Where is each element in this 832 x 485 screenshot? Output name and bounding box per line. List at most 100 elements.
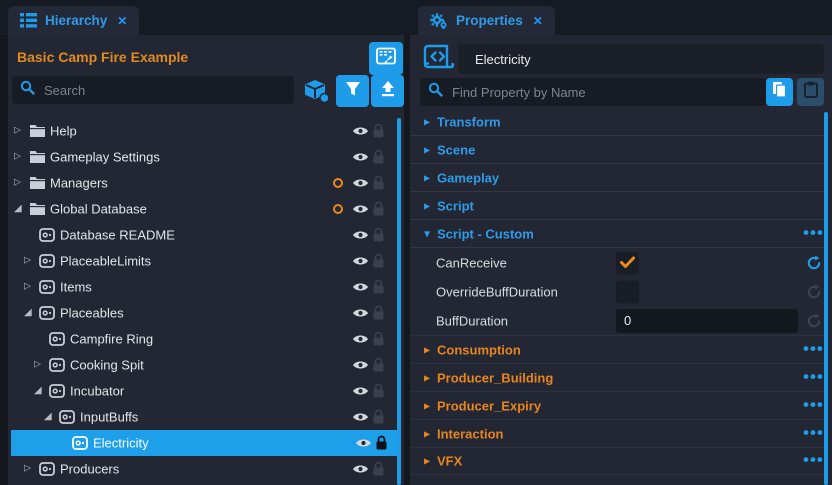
folder-icon xyxy=(29,176,46,190)
tree-row-inputbuffs[interactable]: ◢InputBuffs xyxy=(8,404,397,430)
visibility-eye-icon[interactable] xyxy=(352,334,369,345)
tree-row-producers[interactable]: ▷Producers xyxy=(8,456,397,482)
section-transform[interactable]: ▶Transform xyxy=(410,108,824,136)
lock-icon[interactable] xyxy=(372,462,385,477)
visibility-eye-icon[interactable] xyxy=(352,282,369,293)
subsection-interaction[interactable]: ▶Interaction••• xyxy=(410,419,824,447)
object-name-input[interactable] xyxy=(458,44,824,74)
properties-scrollbar[interactable] xyxy=(824,112,828,485)
visibility-eye-icon[interactable] xyxy=(352,464,369,475)
subsection-producer-building[interactable]: ▶Producer_Building••• xyxy=(410,363,824,391)
tree-row-database-readme[interactable]: Database README xyxy=(8,222,397,248)
lock-icon[interactable] xyxy=(372,332,385,347)
input-buffduration[interactable] xyxy=(616,309,798,333)
tab-properties[interactable]: Properties ✕ xyxy=(418,6,555,35)
subsection-consumption[interactable]: ▶Consumption••• xyxy=(410,335,824,363)
hierarchy-search-input[interactable] xyxy=(42,82,286,99)
filter-button[interactable] xyxy=(336,75,369,107)
lock-icon[interactable] xyxy=(372,306,385,321)
expand-arrow-icon[interactable]: ▷ xyxy=(34,361,41,370)
lock-icon[interactable] xyxy=(372,410,385,425)
section-scene[interactable]: ▶Scene xyxy=(410,136,824,164)
tree-item-label: Items xyxy=(60,280,92,295)
visibility-eye-icon[interactable] xyxy=(352,308,369,319)
section-gameplay[interactable]: ▶Gameplay xyxy=(410,164,824,192)
visibility-eye-icon[interactable] xyxy=(352,204,369,215)
property-search-input[interactable] xyxy=(450,84,758,101)
more-options-button[interactable]: ••• xyxy=(803,424,824,441)
subsection-vfx[interactable]: ▶VFX••• xyxy=(410,447,824,475)
visibility-eye-icon[interactable] xyxy=(355,438,372,449)
tab-hierarchy-close-icon[interactable]: ✕ xyxy=(117,14,127,28)
tree-row-help[interactable]: ▷Help xyxy=(8,118,397,144)
section-label: Transform xyxy=(437,114,501,129)
expand-arrow-icon[interactable]: ▷ xyxy=(24,257,31,266)
checkbox-overridebuffduration[interactable] xyxy=(616,280,639,303)
lock-icon[interactable] xyxy=(372,358,385,373)
lock-icon[interactable] xyxy=(372,124,385,139)
section-label: Scene xyxy=(437,142,475,157)
expand-arrow-icon[interactable]: ▷ xyxy=(24,465,31,474)
collapse-arrow-icon[interactable]: ◢ xyxy=(24,308,32,318)
editor-root: Hierarchy ✕ xyxy=(0,0,832,485)
lock-icon[interactable] xyxy=(372,228,385,243)
reset-icon[interactable] xyxy=(806,255,822,271)
more-options-button[interactable]: ••• xyxy=(803,396,824,413)
tree-row-global-database[interactable]: ◢Global Database xyxy=(8,196,397,222)
tab-hierarchy[interactable]: Hierarchy ✕ xyxy=(8,6,139,35)
hierarchy-scrollbar[interactable] xyxy=(397,118,401,485)
expand-arrow-icon[interactable]: ▷ xyxy=(14,153,21,162)
paste-properties-button[interactable] xyxy=(797,78,824,106)
lock-icon[interactable] xyxy=(372,280,385,295)
collapse-arrow-icon[interactable]: ◢ xyxy=(14,204,22,214)
tree-row-campfire-ring[interactable]: Campfire Ring xyxy=(8,326,397,352)
lock-icon[interactable] xyxy=(375,436,388,451)
tab-properties-close-icon[interactable]: ✕ xyxy=(533,14,543,28)
visibility-eye-icon[interactable] xyxy=(352,152,369,163)
tree-item-label: Gameplay Settings xyxy=(50,150,160,165)
visibility-eye-icon[interactable] xyxy=(352,386,369,397)
lock-icon[interactable] xyxy=(372,176,385,191)
tree-row-electricity[interactable]: Electricity xyxy=(11,430,397,456)
tree-row-placeablelimits[interactable]: ▷PlaceableLimits xyxy=(8,248,397,274)
upload-button[interactable] xyxy=(371,75,404,107)
visibility-eye-icon[interactable] xyxy=(352,360,369,371)
visibility-eye-icon[interactable] xyxy=(352,178,369,189)
tree-row-items[interactable]: ▷ Items xyxy=(8,274,397,300)
copy-properties-button[interactable] xyxy=(766,78,793,106)
tree-row-incubator[interactable]: ◢Incubator xyxy=(8,378,397,404)
reset-icon[interactable] xyxy=(806,313,822,329)
collapse-arrow-icon[interactable]: ◢ xyxy=(44,412,52,422)
lock-icon[interactable] xyxy=(372,254,385,269)
more-options-button[interactable]: ••• xyxy=(803,340,824,357)
collapse-arrow-icon[interactable]: ◢ xyxy=(34,386,42,396)
section-script[interactable]: ▶Script xyxy=(410,192,824,220)
tree-row-cooking-spit[interactable]: ▷Cooking Spit xyxy=(8,352,397,378)
section-script-custom[interactable]: ▼Script - Custom••• xyxy=(410,220,824,248)
visibility-eye-icon[interactable] xyxy=(352,412,369,423)
network-cube-icon[interactable] xyxy=(304,79,331,104)
lock-icon[interactable] xyxy=(372,150,385,165)
more-options-button[interactable]: ••• xyxy=(803,451,824,468)
more-options-button[interactable]: ••• xyxy=(803,224,824,241)
visibility-eye-icon[interactable] xyxy=(352,256,369,267)
subsection-label: Producer_Expiry xyxy=(437,398,541,413)
expand-arrow-icon[interactable]: ▷ xyxy=(14,127,21,136)
expand-arrow-icon[interactable]: ▷ xyxy=(24,283,31,292)
expand-arrow-icon[interactable]: ▷ xyxy=(14,179,21,188)
lock-icon[interactable] xyxy=(372,384,385,399)
folder-icon xyxy=(29,124,46,138)
reset-icon[interactable] xyxy=(806,284,822,300)
tree-row-gameplay-settings[interactable]: ▷ Gameplay Settings xyxy=(8,144,397,170)
property-search[interactable] xyxy=(420,78,766,106)
checkbox-canreceive[interactable] xyxy=(616,251,639,274)
more-options-button[interactable]: ••• xyxy=(803,368,824,385)
hierarchy-search[interactable] xyxy=(12,76,294,104)
subsection-producer-expiry[interactable]: ▶Producer_Expiry••• xyxy=(410,391,824,419)
publish-level-button[interactable] xyxy=(369,42,403,75)
tree-row-placeables[interactable]: ◢Placeables xyxy=(8,300,397,326)
tree-row-managers[interactable]: ▷Managers xyxy=(8,170,397,196)
lock-icon[interactable] xyxy=(372,202,385,217)
visibility-eye-icon[interactable] xyxy=(352,230,369,241)
visibility-eye-icon[interactable] xyxy=(352,126,369,137)
